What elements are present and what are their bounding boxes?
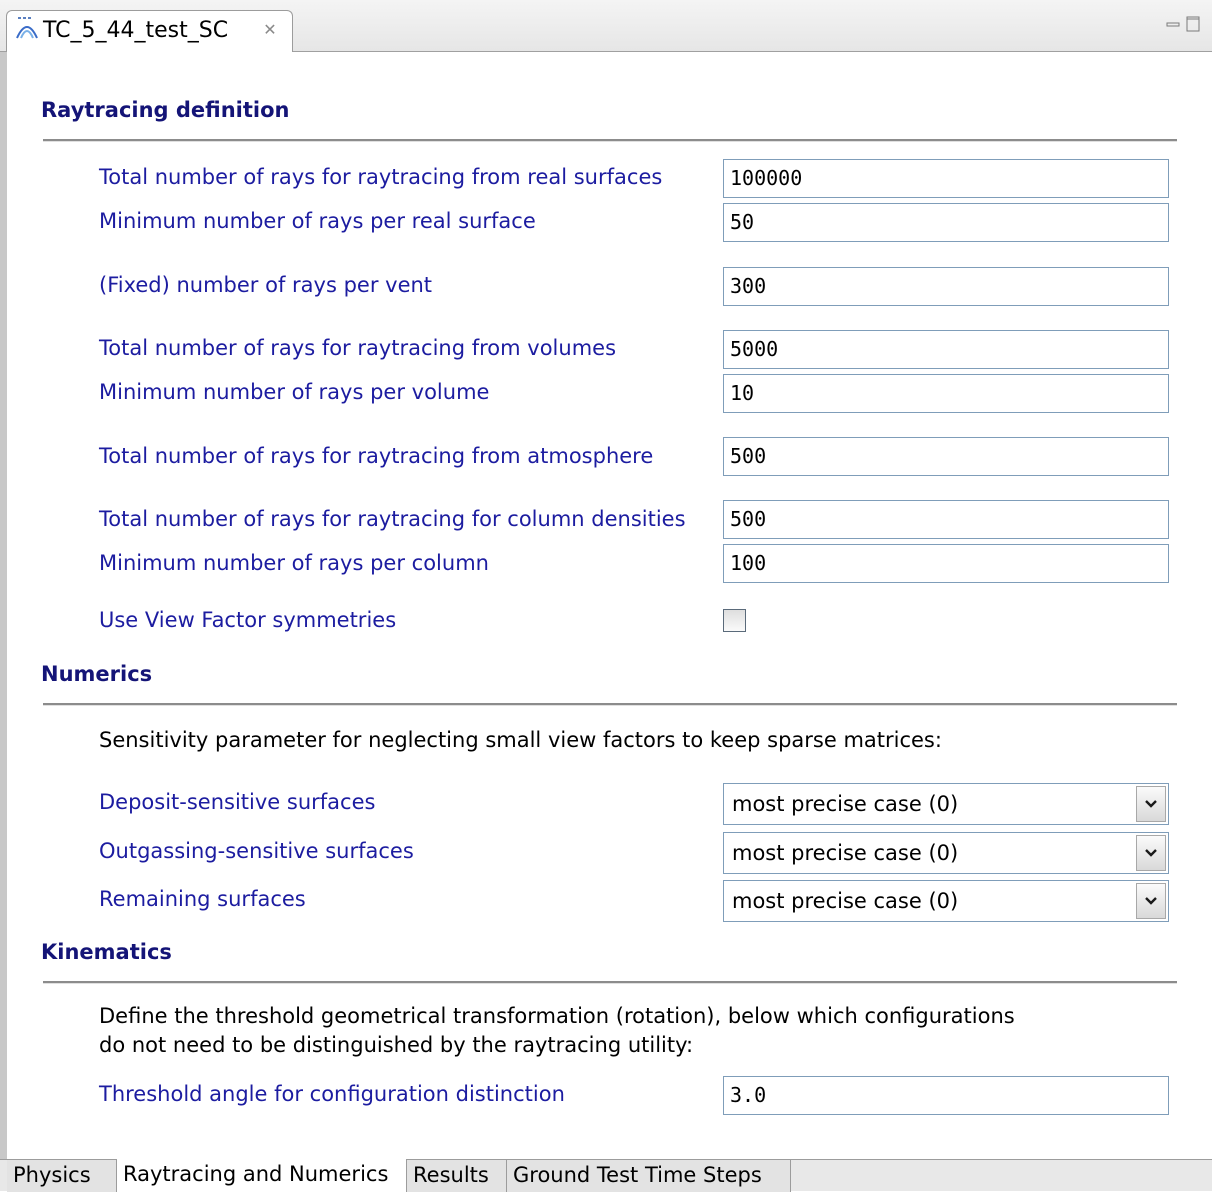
label-rays-column-densities: Total number of rays for raytracing for … — [99, 507, 686, 531]
chevron-down-icon[interactable] — [1136, 835, 1166, 871]
input-min-rays-column[interactable]: 100 — [723, 544, 1169, 583]
maximize-icon[interactable] — [1186, 16, 1200, 32]
tab-physics[interactable]: Physics — [7, 1160, 117, 1192]
kinematics-description-line2: do not need to be distinguished by the r… — [99, 1033, 694, 1057]
label-threshold-angle: Threshold angle for configuration distin… — [99, 1082, 565, 1106]
tab-results[interactable]: Results — [407, 1160, 507, 1192]
chevron-down-icon[interactable] — [1136, 883, 1166, 919]
section-divider — [43, 139, 1177, 142]
label-min-rays-real-surface: Minimum number of rays per real surface — [99, 209, 536, 233]
input-threshold-angle[interactable]: 3.0 — [723, 1076, 1169, 1115]
window-controls — [1166, 14, 1206, 34]
input-rays-volumes[interactable]: 5000 — [723, 330, 1169, 369]
checkbox-view-factor-symmetries[interactable] — [723, 609, 746, 632]
kinematics-description-line1: Define the threshold geometrical transfo… — [99, 1004, 1015, 1028]
section-title-numerics: Numerics — [41, 662, 153, 686]
input-rays-atmosphere[interactable]: 500 — [723, 437, 1169, 476]
select-remaining-surfaces[interactable]: most precise case (0) — [723, 880, 1169, 922]
input-rays-per-vent[interactable]: 300 — [723, 267, 1169, 306]
editor-content: Raytracing definition Total number of ra… — [0, 52, 1212, 1159]
select-deposit-sensitive[interactable]: most precise case (0) — [723, 783, 1169, 825]
page-tab-bar: Physics Raytracing and Numerics Results … — [0, 1159, 1212, 1192]
tab-ground-test-time-steps[interactable]: Ground Test Time Steps — [507, 1160, 791, 1192]
editor-tab-title: TC_5_44_test_SC — [43, 18, 229, 43]
label-min-rays-volume: Minimum number of rays per volume — [99, 380, 490, 404]
section-title-raytracing: Raytracing definition — [41, 98, 290, 122]
editor-tab[interactable]: TC_5_44_test_SC ✕ — [6, 10, 293, 53]
select-value: most precise case (0) — [732, 841, 959, 865]
input-rays-column-densities[interactable]: 500 — [723, 500, 1169, 539]
input-min-rays-volume[interactable]: 10 — [723, 374, 1169, 413]
select-outgassing-sensitive[interactable]: most precise case (0) — [723, 832, 1169, 874]
input-rays-real-surfaces[interactable]: 100000 — [723, 159, 1169, 198]
close-icon[interactable]: ✕ — [261, 21, 279, 39]
label-rays-volumes: Total number of rays for raytracing from… — [99, 336, 617, 360]
editor-tab-bar: TC_5_44_test_SC ✕ — [0, 0, 1212, 53]
numerics-description: Sensitivity parameter for neglecting sma… — [99, 728, 942, 752]
label-remaining-surfaces: Remaining surfaces — [99, 887, 306, 911]
input-min-rays-real-surface[interactable]: 50 — [723, 203, 1169, 242]
chevron-down-icon[interactable] — [1136, 786, 1166, 822]
label-rays-atmosphere: Total number of rays for raytracing from… — [99, 444, 654, 468]
tab-raytracing-and-numerics[interactable]: Raytracing and Numerics — [116, 1159, 407, 1192]
select-value: most precise case (0) — [732, 889, 959, 913]
section-title-kinematics: Kinematics — [41, 940, 172, 964]
minimize-icon[interactable] — [1166, 16, 1180, 27]
label-view-factor-symmetries: Use View Factor symmetries — [99, 608, 397, 632]
label-rays-real-surfaces: Total number of rays for raytracing from… — [99, 165, 663, 189]
select-value: most precise case (0) — [732, 792, 959, 816]
section-divider — [43, 703, 1177, 706]
label-rays-per-vent: (Fixed) number of rays per vent — [99, 273, 433, 297]
label-min-rays-column: Minimum number of rays per column — [99, 551, 489, 575]
section-divider — [43, 981, 1177, 984]
model-icon — [15, 16, 39, 40]
label-deposit-sensitive: Deposit-sensitive surfaces — [99, 790, 376, 814]
label-outgassing-sensitive: Outgassing-sensitive surfaces — [99, 839, 414, 863]
